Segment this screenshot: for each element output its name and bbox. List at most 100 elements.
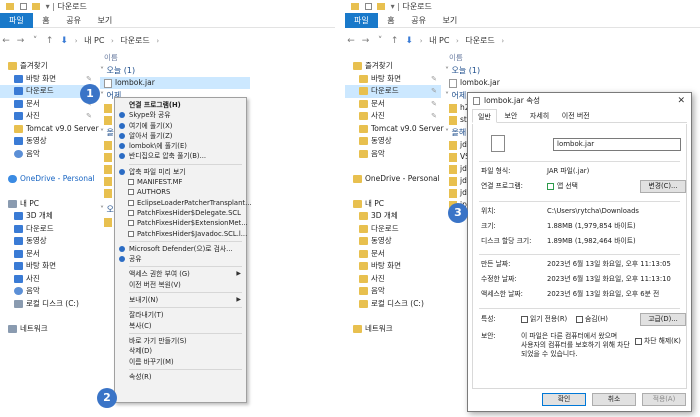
sidebar-item[interactable]: 로컬 디스크 (C:) [345,298,441,311]
ribbon-tab-file[interactable]: 파일 [345,13,378,28]
context-menu-item[interactable]: 반디집으로 압축 풀기(B)... [115,151,246,161]
sidebar-item[interactable]: 다운로드 [0,223,96,236]
file-name-field[interactable]: lombok.jar [553,138,681,151]
sidebar-item[interactable]: 사진 ✎ [0,110,96,123]
breadcrumb-my-pc[interactable]: 내 PC [427,32,451,50]
recent-dropdown-icon[interactable]: ˅ [374,32,386,50]
sidebar-item[interactable]: 음악 [345,148,441,161]
sidebar-item[interactable]: 내 PC [345,198,441,211]
tab-general[interactable]: 일반 [472,109,497,123]
back-icon[interactable]: ← [345,32,357,50]
sidebar-item[interactable]: 문서 [345,248,441,261]
context-menu-item[interactable]: 이름 바꾸기(M) [115,357,246,367]
sidebar-item[interactable]: 음악 [345,285,441,298]
ok-button[interactable]: 확인 [542,393,586,406]
breadcrumb-downloads[interactable]: 다운로드 [118,32,151,50]
context-menu-item[interactable]: 삭제(D) [115,346,246,356]
hidden-checkbox[interactable]: 숨김(H) [576,314,608,325]
context-menu-item[interactable]: 복사(C) [115,321,246,331]
change-button[interactable]: 변경(C)... [640,180,686,193]
up-icon[interactable]: ↑ [44,32,56,50]
sidebar-item[interactable]: 사진 [345,273,441,286]
sidebar-item[interactable]: 다운로드 [345,223,441,236]
readonly-checkbox[interactable]: 읽기 전용(R) [521,314,567,325]
forward-icon[interactable]: → [15,32,27,50]
apply-button[interactable]: 적용(A) [642,393,686,406]
sidebar-item[interactable]: 동영상 [345,235,441,248]
sidebar-item[interactable]: 음악 [0,148,96,161]
context-menu-item[interactable]: PatchFixesHider$ExtensionMet... [115,218,248,228]
ribbon-tab-share[interactable]: 공유 [404,13,433,28]
tab-details[interactable]: 자세히 [525,109,554,123]
group-today[interactable]: ˅ 오늘 (1) [443,64,700,77]
context-menu-item[interactable]: MANIFEST.MF [115,177,246,187]
context-menu-item[interactable]: Microsoft Defender(으)로 검사... [115,244,246,254]
sidebar-item[interactable]: 바탕 화면 ✎ [345,73,441,86]
ribbon-tab-view[interactable]: 보기 [90,13,119,28]
context-menu-item[interactable]: AUTHORS [115,187,246,197]
sidebar-item[interactable]: 문서 ✎ [345,98,441,111]
context-menu-item[interactable]: PatchFixesHider$Javadoc.SCL.l... [115,229,247,239]
file-row[interactable]: lombok.jar [443,77,700,89]
sidebar-item[interactable]: 네트워크 [345,323,441,336]
sidebar-item[interactable]: 문서 [0,248,96,261]
sidebar-item[interactable]: 네트워크 [0,323,96,336]
sidebar-item[interactable]: 다운로드 ✎ [345,85,441,98]
context-menu-item[interactable]: 공유 [115,254,246,264]
sidebar-item[interactable]: 사진 ✎ [345,110,441,123]
sidebar-item[interactable]: 내 PC [0,198,96,211]
up-icon[interactable]: ↑ [389,32,401,50]
ribbon-tab-view[interactable]: 보기 [435,13,464,28]
context-menu-item[interactable]: 바로 가기 만들기(S) [115,336,246,346]
sidebar-item[interactable]: 동영상 [0,135,96,148]
context-menu-item[interactable]: 연결 프로그램(H) [115,100,246,110]
file-row-selected[interactable]: lombok.jar [100,77,250,89]
column-header-name[interactable]: 이름 [98,52,335,64]
unblock-checkbox[interactable]: 차단 해제(K) [635,336,681,347]
context-menu-item[interactable]: 액세스 권한 부여 (G) ▶ [115,269,246,279]
sidebar-item[interactable]: 동영상 [345,135,441,148]
tab-security[interactable]: 보안 [499,109,522,123]
sidebar-item[interactable]: 사진 [0,273,96,286]
ribbon-tab-home[interactable]: 홈 [380,13,401,28]
context-menu-item[interactable]: 보내기(N) ▶ [115,295,246,305]
qat-dropdown-icon[interactable]: ▾ | [391,2,400,11]
recent-dropdown-icon[interactable]: ˅ [29,32,41,50]
breadcrumb-downloads[interactable]: 다운로드 [463,32,496,50]
checkbox-icon[interactable] [364,3,372,10]
sidebar-item[interactable]: 즐겨찾기 [345,60,441,73]
sidebar-item[interactable]: 바탕 화면 ✎ [0,73,96,86]
ribbon-tab-share[interactable]: 공유 [59,13,88,28]
context-menu-item[interactable]: 속성(R) [115,372,246,382]
sidebar-item[interactable]: 바탕 화면 [345,260,441,273]
sidebar-item[interactable]: 즐겨찾기 [0,60,96,73]
tab-previous-versions[interactable]: 이전 버전 [557,109,595,123]
ribbon-tab-file[interactable]: 파일 [0,13,33,28]
context-menu-item[interactable]: 알아서 풀기(Z) [115,131,246,141]
context-menu-item[interactable]: 여기에 풀기(X) [115,121,246,131]
back-icon[interactable]: ← [0,32,12,50]
sidebar-item[interactable]: Tomcat v9.0 Server [0,123,99,136]
sidebar-item[interactable]: OneDrive - Personal [0,173,96,186]
ribbon-tab-home[interactable]: 홈 [35,13,56,28]
sidebar-item[interactable]: 3D 개체 [0,210,96,223]
breadcrumb-my-pc[interactable]: 내 PC [82,32,106,50]
qat-dropdown-icon[interactable]: ▾ | [46,2,55,11]
sidebar-item[interactable]: OneDrive - Personal [345,173,441,186]
cancel-button[interactable]: 취소 [592,393,636,406]
context-menu-item[interactable]: PatchFixesHider$Delegate.SCL [115,208,246,218]
sidebar-item[interactable]: 로컬 디스크 (C:) [0,298,96,311]
advanced-button[interactable]: 고급(D)... [640,313,686,326]
context-menu-item[interactable]: 압축 파일 미리 보기 [115,167,246,177]
checkbox-icon[interactable] [19,3,27,10]
column-header-name[interactable]: 이름 [443,52,700,64]
context-menu-item[interactable]: lombok\에 풀기(E) [115,141,246,151]
sidebar-item[interactable]: 동영상 [0,235,96,248]
context-menu-item[interactable]: EclipseLoaderPatcherTransplant... [115,198,252,208]
sidebar-item[interactable]: 3D 개체 [345,210,441,223]
context-menu-item[interactable]: Skype와 공유 [115,110,246,120]
context-menu-item[interactable]: 이전 버전 복원(V) [115,280,246,290]
sidebar-item[interactable]: 음악 [0,285,96,298]
forward-icon[interactable]: → [360,32,372,50]
context-menu-item[interactable]: 잘라내기(T) [115,310,246,320]
